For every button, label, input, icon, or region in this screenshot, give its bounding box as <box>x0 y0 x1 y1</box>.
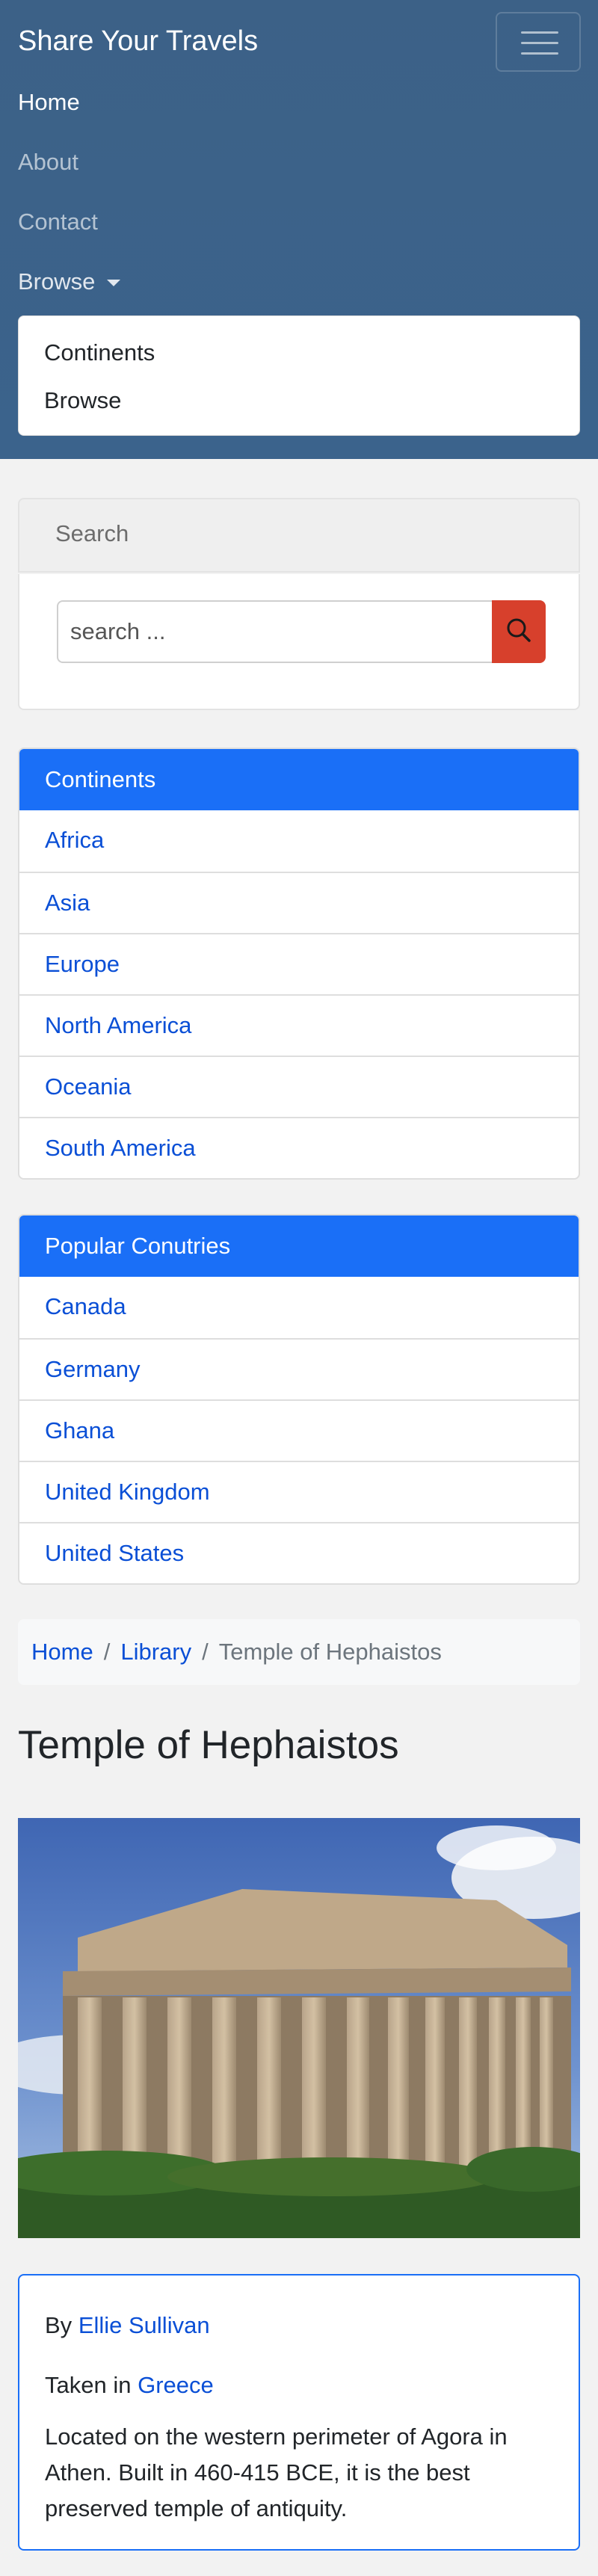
country-link[interactable]: Greece <box>138 2372 214 2398</box>
caret-down-icon <box>107 280 121 287</box>
temple-photo <box>18 1818 580 2238</box>
author-link[interactable]: Ellie Sullivan <box>78 2312 210 2338</box>
brand-link[interactable]: Share Your Travels <box>18 24 258 58</box>
continent-link[interactable]: Europe <box>19 933 579 994</box>
nav-browse-label: Browse <box>18 268 96 295</box>
nav-about-link[interactable]: About <box>18 148 78 176</box>
location-line: Taken in Greece <box>45 2371 214 2400</box>
search-input[interactable] <box>57 600 511 663</box>
search-icon <box>507 618 531 642</box>
search-card-body <box>18 574 580 710</box>
dropdown-item-continents[interactable]: Continents <box>44 339 155 367</box>
continent-link[interactable]: North America <box>19 994 579 1056</box>
photo-details-card: By Ellie Sullivan Taken in Greece Locate… <box>18 2274 580 2551</box>
nav-contact-link[interactable]: Contact <box>18 208 98 236</box>
search-button[interactable] <box>492 600 546 663</box>
nav-browse-dropdown[interactable]: Browse <box>18 268 121 296</box>
search-heading: Search <box>55 520 129 546</box>
country-link[interactable]: Germany <box>19 1338 579 1399</box>
country-link[interactable]: United States <box>19 1522 579 1583</box>
navbar-toggle-button[interactable] <box>496 12 581 72</box>
photo-description: Located on the western perimeter of Agor… <box>45 2424 508 2521</box>
country-link[interactable]: United Kingdom <box>19 1461 579 1522</box>
countries-heading: Popular Conutries <box>19 1215 579 1277</box>
breadcrumb-separator: / <box>202 1639 209 1665</box>
search-card-header: Search <box>18 498 580 573</box>
country-link[interactable]: Canada <box>19 1277 579 1338</box>
continent-link[interactable]: Africa <box>19 810 579 872</box>
author-line: By Ellie Sullivan <box>45 2311 210 2340</box>
continents-card: Continents Africa Asia Europe North Amer… <box>18 748 580 1180</box>
country-link[interactable]: Ghana <box>19 1399 579 1461</box>
browse-dropdown-menu: Continents Browse <box>18 315 580 436</box>
continent-link[interactable]: South America <box>19 1117 579 1178</box>
countries-card: Popular Conutries Canada Germany Ghana U… <box>18 1214 580 1585</box>
continent-link[interactable]: Asia <box>19 872 579 933</box>
breadcrumb-home-link[interactable]: Home <box>31 1639 93 1665</box>
breadcrumb-library-link[interactable]: Library <box>120 1639 191 1665</box>
continents-heading: Continents <box>19 749 579 810</box>
navbar: Share Your Travels Home About Contact Br… <box>0 0 598 459</box>
nav-home-link[interactable]: Home <box>18 88 80 117</box>
by-label: By <box>45 2312 73 2338</box>
taken-in-label: Taken in <box>45 2372 132 2398</box>
breadcrumb-current: Temple of Hephaistos <box>218 1639 442 1665</box>
dropdown-item-browse[interactable]: Browse <box>44 386 121 415</box>
breadcrumb-separator: / <box>103 1639 111 1665</box>
breadcrumb: Home / Library / Temple of Hephaistos <box>18 1619 580 1685</box>
continent-link[interactable]: Oceania <box>19 1056 579 1117</box>
page-title: Temple of Hephaistos <box>18 1723 399 1767</box>
